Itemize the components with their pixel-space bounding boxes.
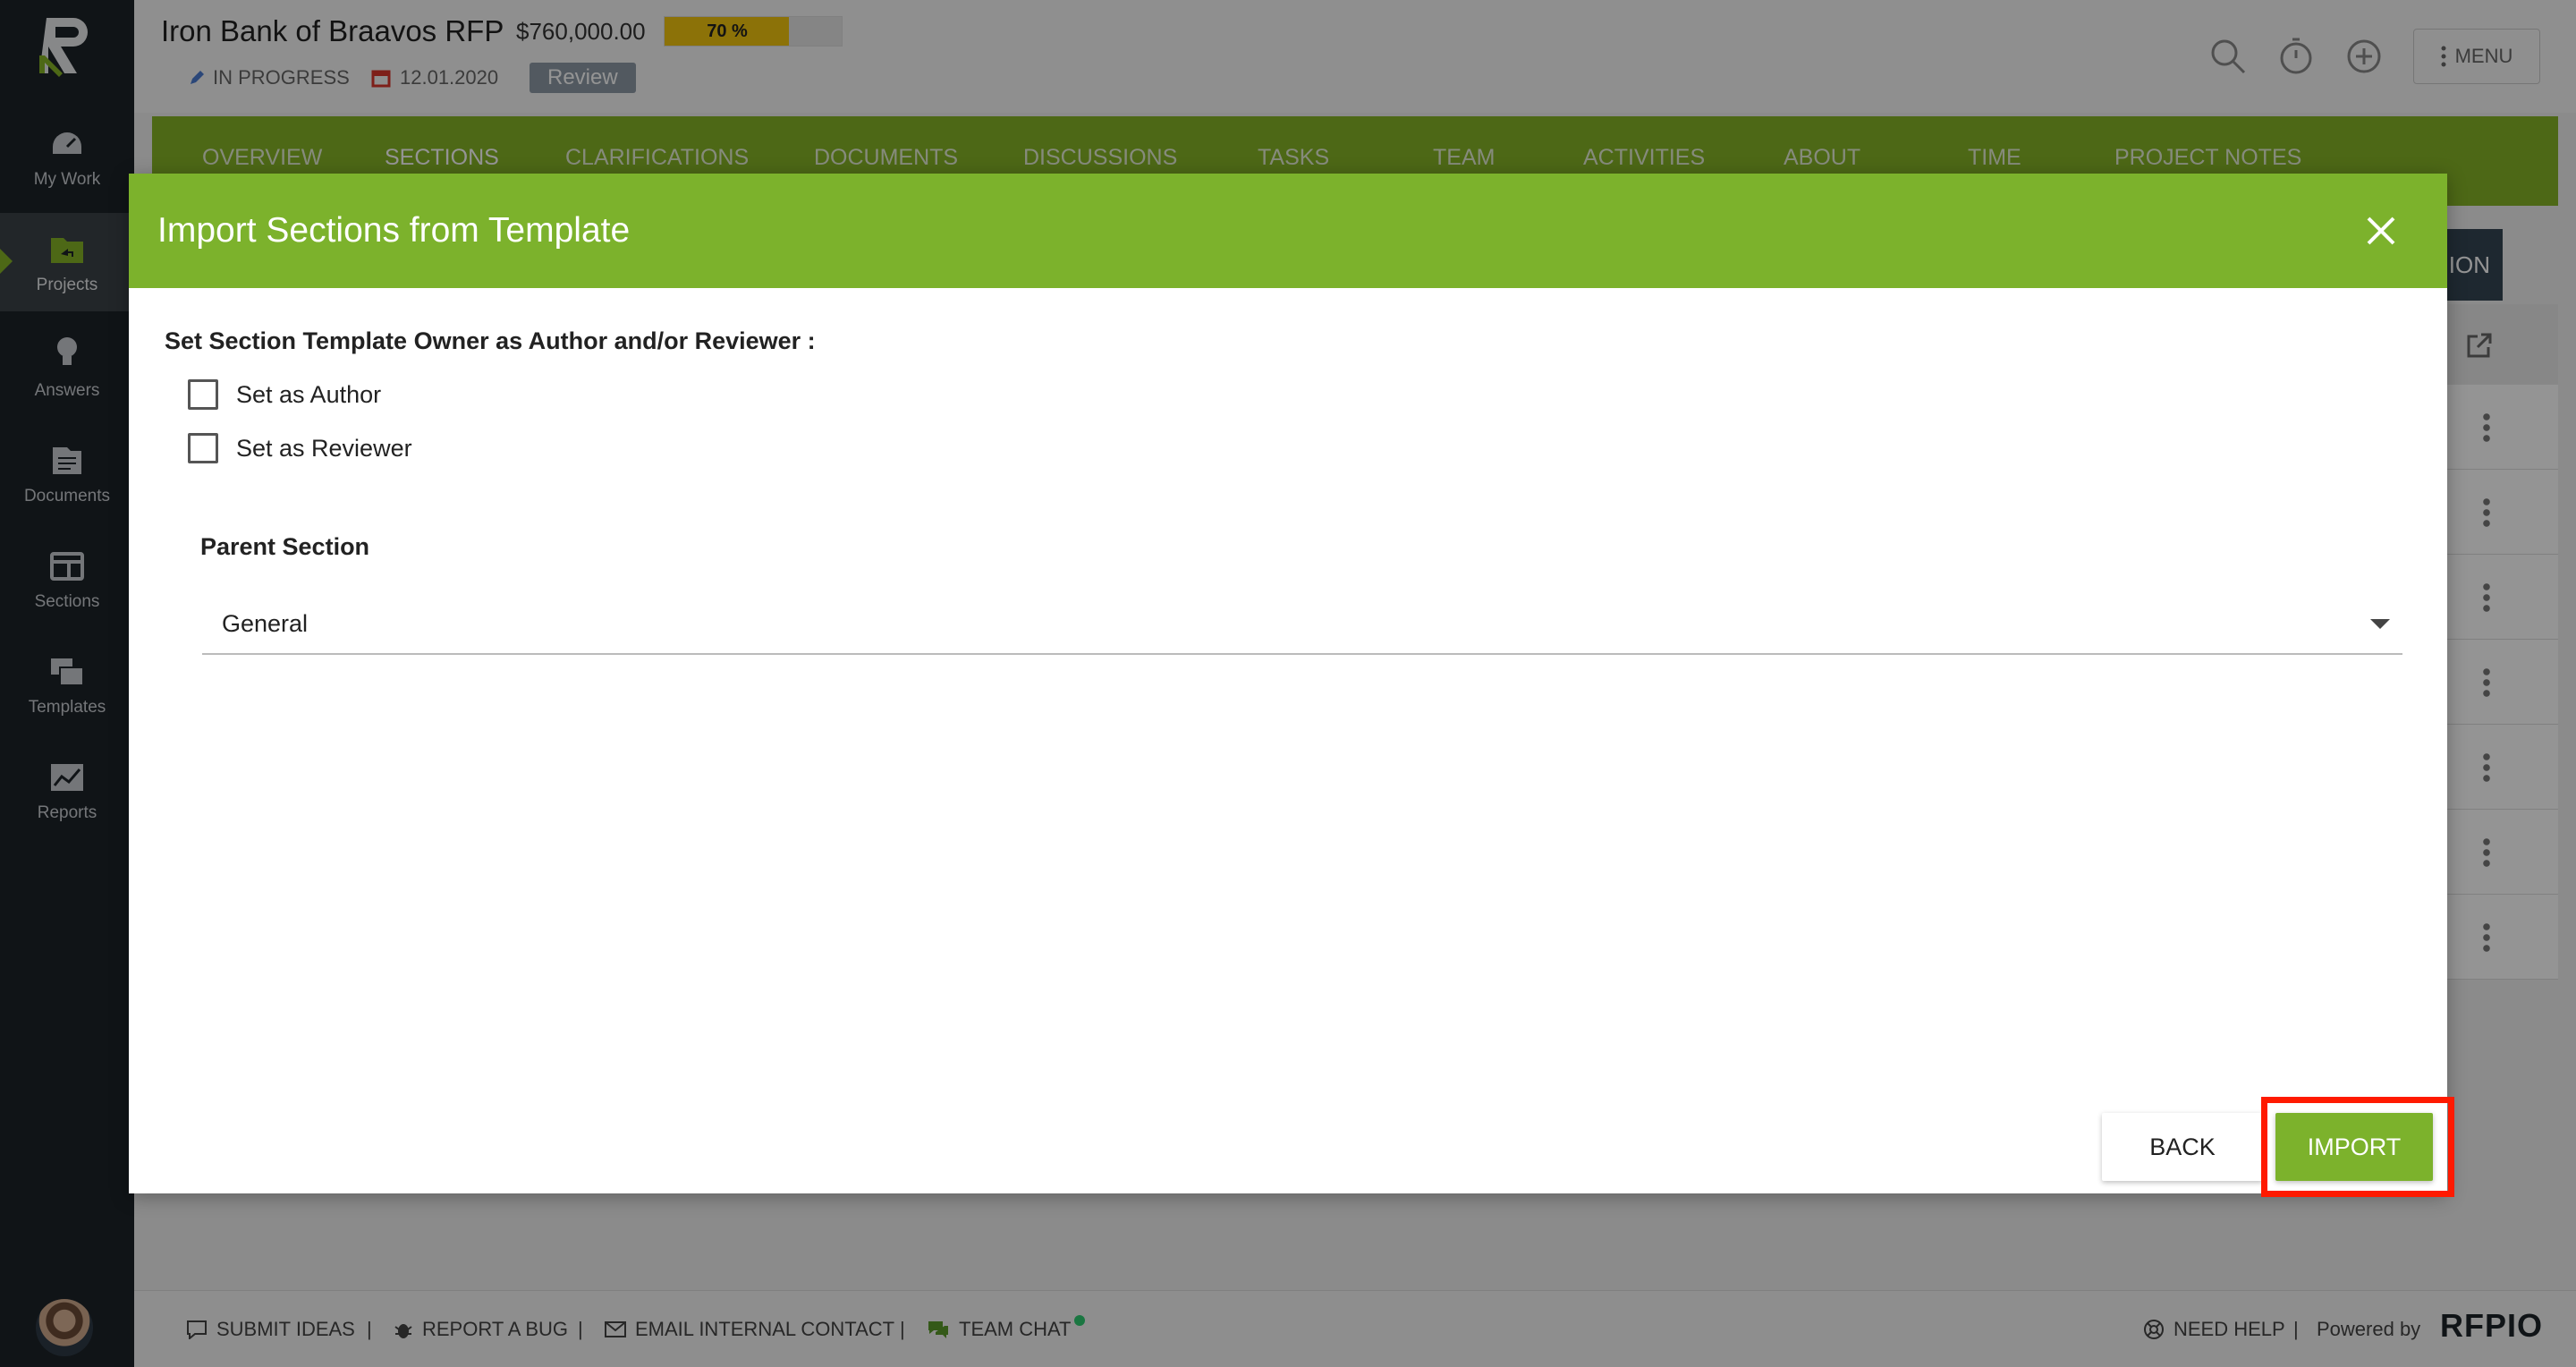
back-button[interactable]: BACK bbox=[2102, 1113, 2263, 1181]
set-as-reviewer-label: Set as Reviewer bbox=[236, 434, 412, 462]
import-sections-dialog: Import Sections from Template Set Sectio… bbox=[129, 174, 2447, 1193]
close-icon[interactable] bbox=[2365, 215, 2397, 247]
set-as-reviewer-checkbox[interactable] bbox=[188, 433, 218, 463]
set-as-author-option[interactable]: Set as Author bbox=[188, 379, 381, 410]
set-as-author-checkbox[interactable] bbox=[188, 379, 218, 410]
dialog-header: Import Sections from Template bbox=[129, 174, 2447, 288]
import-button-highlight bbox=[2261, 1097, 2454, 1197]
parent-section-select[interactable]: General bbox=[202, 594, 2402, 655]
parent-section-value: General bbox=[222, 609, 309, 637]
set-as-author-label: Set as Author bbox=[236, 380, 382, 408]
parent-section-label: Parent Section bbox=[200, 533, 370, 560]
chevron-down-icon bbox=[2370, 618, 2390, 629]
dialog-title: Import Sections from Template bbox=[157, 211, 631, 250]
set-as-reviewer-option[interactable]: Set as Reviewer bbox=[188, 433, 412, 463]
owner-role-label: Set Section Template Owner as Author and… bbox=[165, 327, 816, 354]
